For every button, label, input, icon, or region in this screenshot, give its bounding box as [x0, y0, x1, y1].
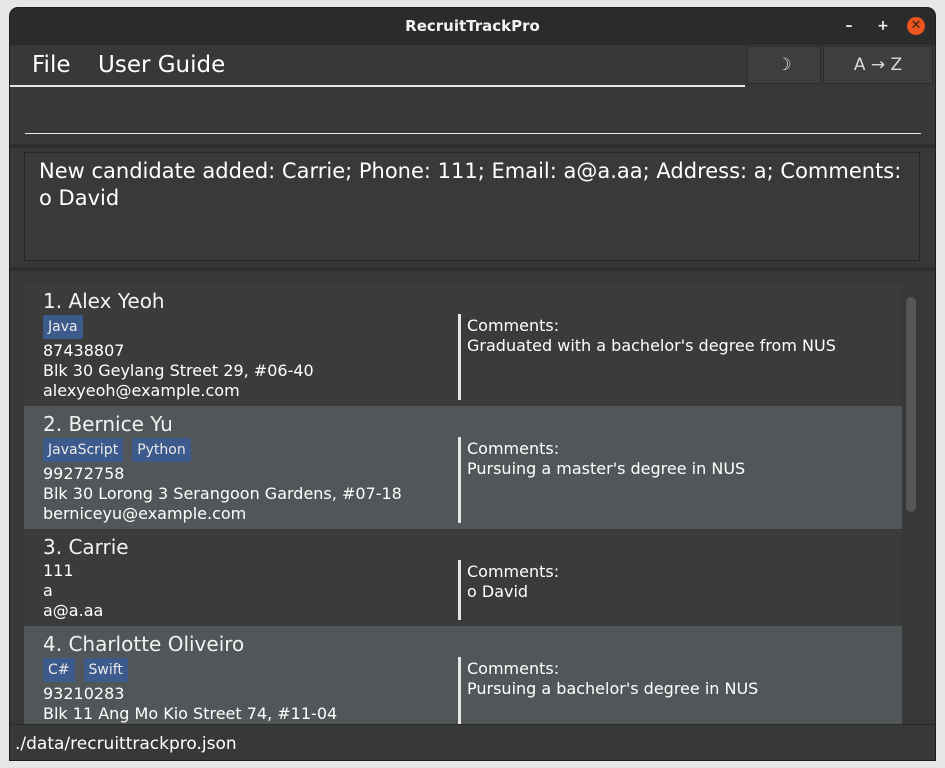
tag: JavaScript	[43, 438, 124, 462]
tag-list: Java	[43, 315, 83, 339]
moon-icon: ☽	[776, 55, 792, 75]
list-scrollbar[interactable]	[904, 291, 918, 728]
comments-divider	[458, 657, 461, 724]
candidate-comments: Pursuing a bachelor's degree in NUS	[467, 679, 759, 698]
candidate-comments: o David	[467, 582, 529, 601]
candidate-name: 1. Alex Yeoh	[43, 289, 165, 313]
comments-divider	[458, 437, 461, 523]
candidate-card[interactable]: 4. Charlotte Oliveiro C# Swift 93210283 …	[24, 626, 902, 724]
comments-label: Comments:	[467, 659, 560, 678]
app-window: RecruitTrackPro – + ✕ File User Guide ☽ …	[10, 8, 935, 760]
status-bar: ./data/recruittrackpro.json	[10, 724, 935, 760]
candidate-name: 3. Carrie	[43, 535, 129, 559]
candidate-name: 2. Bernice Yu	[43, 412, 173, 436]
candidate-address: Blk 11 Ang Mo Kio Street 74, #11-04	[43, 704, 338, 723]
candidate-phone: 87438807	[43, 341, 125, 360]
command-input[interactable]	[25, 95, 921, 134]
minimize-button[interactable]: –	[840, 17, 858, 35]
candidate-address: a	[43, 581, 53, 600]
candidate-comments: Pursuing a master's degree in NUS	[467, 459, 746, 478]
command-box	[10, 87, 935, 144]
comments-label: Comments:	[467, 316, 560, 335]
tag: Swift	[83, 658, 128, 682]
theme-toggle-button[interactable]: ☽	[747, 46, 821, 84]
result-display: New candidate added: Carrie; Phone: 111;…	[24, 152, 920, 261]
tag: Python	[132, 438, 191, 462]
scrollbar-thumb[interactable]	[906, 297, 916, 512]
sort-label: A → Z	[853, 55, 903, 75]
sort-button[interactable]: A → Z	[823, 46, 933, 84]
candidate-card[interactable]: 1. Alex Yeoh Java 87438807 Blk 30 Geylan…	[24, 283, 902, 406]
candidate-address: Blk 30 Lorong 3 Serangoon Gardens, #07-1…	[43, 484, 402, 503]
window-title: RecruitTrackPro	[405, 17, 540, 35]
candidate-phone: 111	[43, 561, 74, 580]
close-icon[interactable]: ✕	[907, 17, 925, 35]
candidate-email: alexyeoh@example.com	[43, 381, 240, 400]
comments-divider	[458, 560, 461, 620]
candidate-list[interactable]: 1. Alex Yeoh Java 87438807 Blk 30 Geylan…	[24, 283, 902, 724]
comments-label: Comments:	[467, 562, 560, 581]
comments-divider	[458, 314, 461, 400]
title-bar: RecruitTrackPro – + ✕	[10, 8, 935, 45]
candidate-email: a@a.aa	[43, 601, 104, 620]
maximize-button[interactable]: +	[874, 17, 892, 35]
data-file-path: ./data/recruittrackpro.json	[15, 734, 237, 754]
candidate-email: berniceyu@example.com	[43, 504, 247, 523]
tag-list: C# Swift	[43, 658, 128, 682]
menu-user-guide[interactable]: User Guide	[98, 52, 225, 78]
candidate-phone: 99272758	[43, 464, 125, 483]
candidate-list-panel: 1. Alex Yeoh Java 87438807 Blk 30 Geylan…	[10, 271, 935, 724]
candidate-comments: Graduated with a bachelor's degree from …	[467, 336, 836, 355]
comments-label: Comments:	[467, 439, 560, 458]
menu-file[interactable]: File	[32, 52, 71, 78]
tag: Java	[43, 315, 83, 339]
candidate-name: 4. Charlotte Oliveiro	[43, 632, 245, 656]
tag: C#	[43, 658, 75, 682]
candidate-address: Blk 30 Geylang Street 29, #06-40	[43, 361, 314, 380]
candidate-phone: 93210283	[43, 684, 125, 703]
candidate-card[interactable]: 2. Bernice Yu JavaScript Python 99272758…	[24, 406, 902, 529]
menu-bar: File User Guide ☽ A → Z	[10, 45, 935, 87]
candidate-card[interactable]: 3. Carrie 111 a a@a.aa Comments: o David	[24, 529, 902, 626]
tag-list: JavaScript Python	[43, 438, 191, 462]
divider	[10, 144, 935, 148]
